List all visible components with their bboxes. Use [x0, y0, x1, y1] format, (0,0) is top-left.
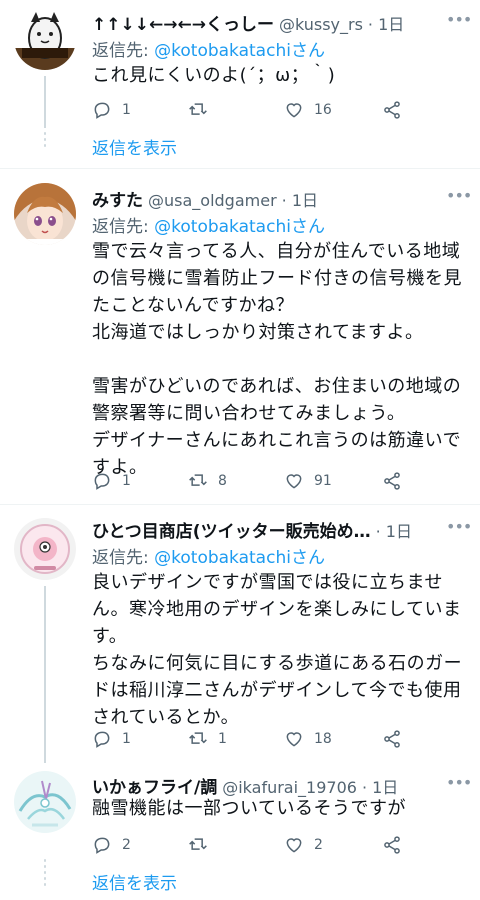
retweet-button[interactable]	[188, 98, 218, 122]
retweet-icon	[189, 838, 207, 850]
like-count: 18	[314, 731, 332, 747]
tweet-text: 良いデザインですが雪国では役に立ちません。寒冷地用のデザインを楽しみにしています…	[92, 572, 463, 728]
like-count: 2	[314, 837, 323, 853]
like-button[interactable]: 16	[284, 98, 332, 122]
anime-girl-avatar-icon[interactable]	[14, 183, 76, 245]
retweet-button[interactable]: 1	[188, 727, 227, 751]
more-options-icon[interactable]: •••	[446, 773, 472, 792]
retweet-icon	[189, 103, 207, 115]
share-button[interactable]	[382, 98, 412, 122]
share-button[interactable]	[382, 833, 412, 857]
reply-to: 返信先: @kotobakatachiさん	[92, 543, 325, 568]
thread-dots	[44, 132, 46, 150]
display-name[interactable]: ↑↑↓↓←→←→くっしー	[92, 10, 274, 35]
share-icon	[384, 836, 400, 854]
retweet-count: 8	[218, 473, 227, 489]
like-count: 91	[314, 473, 332, 489]
tweet-header: ひとつ目商店(ツイッター販売始め… · 1日	[92, 517, 440, 542]
retweet-button[interactable]: 8	[188, 469, 227, 493]
reply-count: 2	[122, 837, 131, 853]
reply-count: 1	[122, 102, 131, 118]
reply-icon	[94, 731, 110, 748]
reply-button[interactable]: 1	[92, 98, 131, 122]
timestamp[interactable]: · 1日	[282, 187, 318, 211]
heart-icon	[286, 732, 302, 747]
show-replies-link[interactable]: 返信を表示	[92, 869, 177, 894]
tweet-header: ↑↑↓↓←→←→くっしー @kussy_rs · 1日	[92, 10, 440, 35]
share-icon	[384, 472, 400, 490]
reply-to-mention[interactable]: @kotobakatachiさん	[154, 41, 325, 61]
timestamp[interactable]: · 1日	[376, 518, 412, 542]
thread-line	[44, 586, 46, 763]
like-button[interactable]: 18	[284, 727, 332, 751]
share-icon	[384, 730, 400, 748]
user-handle[interactable]: @kussy_rs	[279, 15, 363, 34]
share-icon	[384, 101, 400, 119]
cat-avatar-icon[interactable]	[14, 8, 76, 70]
reply-to-label: 返信先:	[92, 41, 155, 61]
user-handle[interactable]: @usa_oldgamer	[148, 191, 277, 210]
reply-icon	[94, 837, 110, 854]
display-name[interactable]: みすた	[92, 186, 143, 211]
more-options-icon[interactable]: •••	[446, 10, 472, 29]
heart-icon	[286, 838, 302, 853]
like-button[interactable]: 2	[284, 833, 323, 857]
tweet-actions: 1 1 18	[92, 727, 412, 751]
reply-button[interactable]: 2	[92, 833, 131, 857]
reply-icon	[94, 102, 110, 119]
tweet-text: 雪で云々言ってる人、自分が住んでいる地域の信号機に雪着防止フード付きの信号機を見…	[92, 241, 462, 478]
tweet-header: みすた @usa_oldgamer · 1日	[92, 186, 440, 211]
thread-dots	[44, 859, 46, 889]
retweet-count: 1	[218, 731, 227, 747]
reply-to-label: 返信先:	[92, 548, 155, 568]
tweet-text: 融雪機能は一部ついているそうですが	[92, 798, 406, 819]
heart-icon	[286, 474, 302, 489]
reply-icon	[94, 473, 110, 490]
tweet-actions: 1 8 91	[92, 469, 412, 493]
tweet-actions: 2 2	[92, 833, 412, 857]
heart-icon	[286, 103, 302, 118]
thread-line	[44, 76, 46, 128]
reply-to-mention[interactable]: @kotobakatachiさん	[154, 217, 325, 237]
retweet-icon	[189, 474, 207, 486]
reply-to-mention[interactable]: @kotobakatachiさん	[154, 548, 325, 568]
tweet-header: いかぁフライ/調 @ikafurai_19706 · 1日	[92, 773, 440, 798]
share-button[interactable]	[382, 727, 412, 751]
more-options-icon[interactable]: •••	[446, 186, 472, 205]
tweet-2[interactable]: みすた @usa_oldgamer · 1日 ••• 返信先: @kotobak…	[0, 169, 480, 505]
reply-to: 返信先: @kotobakatachiさん	[92, 212, 325, 237]
tweet-actions: 1 16	[92, 98, 412, 122]
tweet-4[interactable]: いかぁフライ/調 @ikafurai_19706 · 1日 ••• 融雪機能は一…	[0, 763, 480, 900]
timestamp[interactable]: · 1日	[368, 11, 404, 35]
drawing-avatar-icon[interactable]	[14, 771, 76, 833]
reply-to-label: 返信先:	[92, 217, 155, 237]
retweet-button[interactable]	[188, 833, 218, 857]
tweet-3[interactable]: ひとつ目商店(ツイッター販売始め… · 1日 ••• 返信先: @kotobak…	[0, 505, 480, 763]
like-button[interactable]: 91	[284, 469, 332, 493]
more-options-icon[interactable]: •••	[446, 517, 472, 536]
reply-button[interactable]: 1	[92, 469, 131, 493]
reply-count: 1	[122, 473, 131, 489]
retweet-icon	[189, 732, 207, 744]
display-name[interactable]: ひとつ目商店(ツイッター販売始め…	[92, 517, 371, 542]
share-button[interactable]	[382, 469, 412, 493]
reply-to: 返信先: @kotobakatachiさん	[92, 36, 325, 61]
shop-logo-avatar-icon[interactable]	[14, 518, 76, 580]
show-replies-link[interactable]: 返信を表示	[92, 134, 177, 159]
tweet-text: これ見にくいのよ(´；ω；｀)	[92, 65, 336, 86]
reply-count: 1	[122, 731, 131, 747]
tweet-1[interactable]: ↑↑↓↓←→←→くっしー @kussy_rs · 1日 ••• 返信先: @ko…	[0, 0, 480, 168]
reply-button[interactable]: 1	[92, 727, 131, 751]
like-count: 16	[314, 102, 332, 118]
